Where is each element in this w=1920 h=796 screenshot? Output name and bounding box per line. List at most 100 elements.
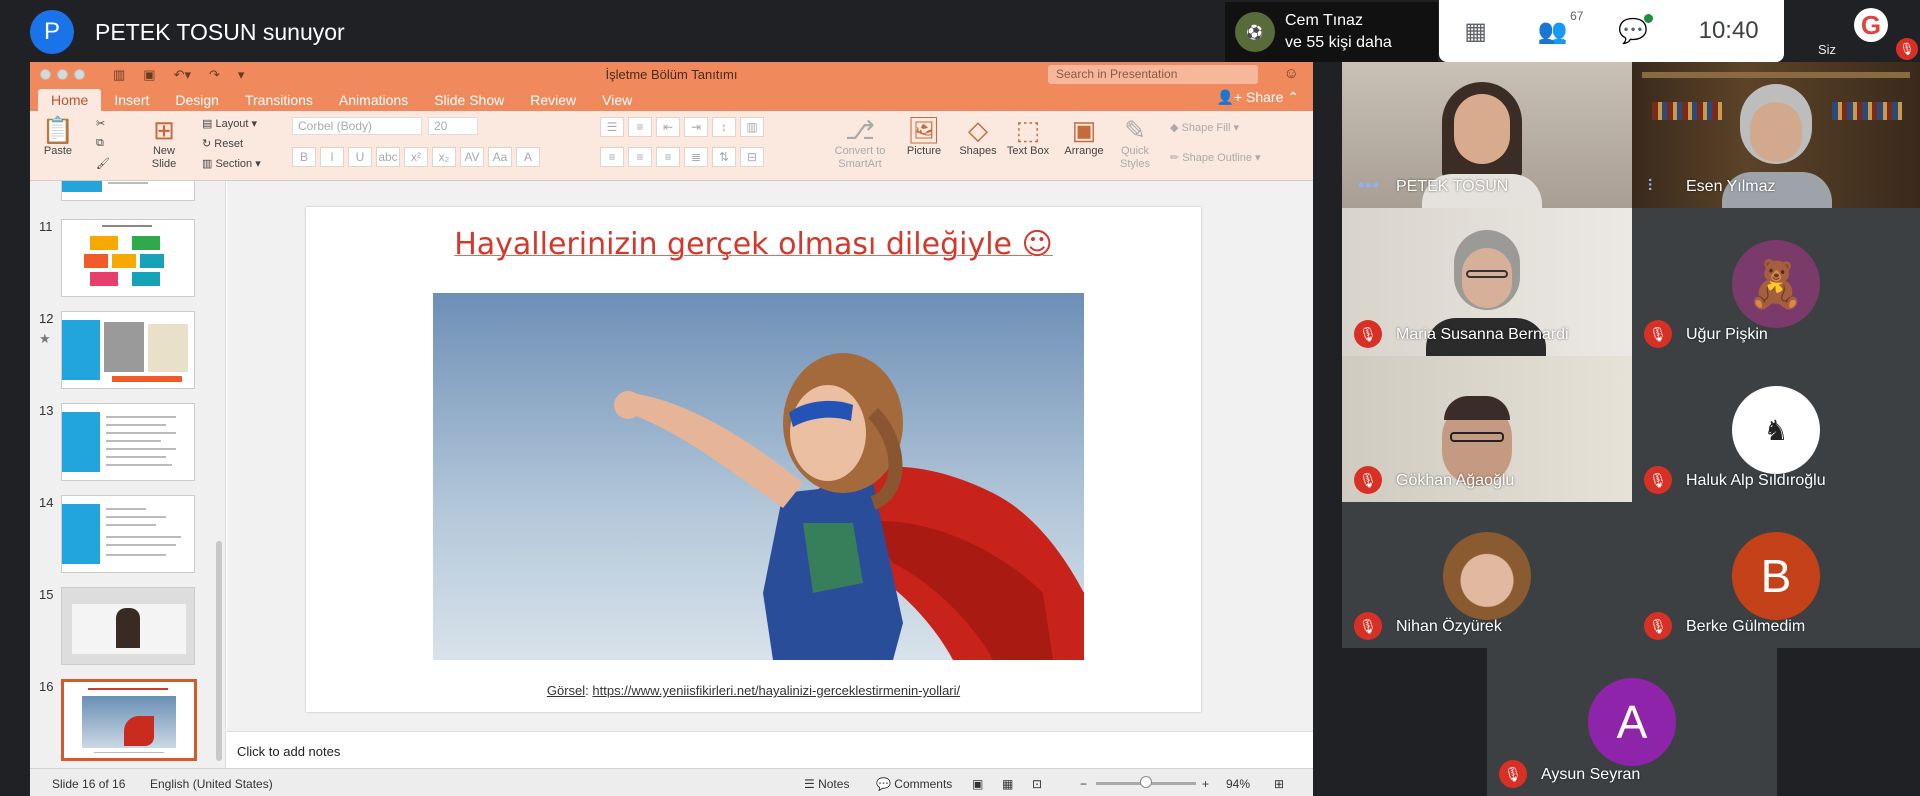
align-left-icon[interactable]: ≡	[600, 147, 624, 167]
cut-icon[interactable]: ✂	[96, 117, 105, 130]
shape-fill-button[interactable]: ◆ Shape Fill ▾	[1170, 121, 1239, 134]
zoom-slider-knob[interactable]	[1140, 776, 1152, 788]
slide-thumbnail-10[interactable]	[61, 181, 195, 201]
font-family-select[interactable]: Corbel (Body)	[292, 117, 422, 135]
bold-icon[interactable]: B	[292, 147, 316, 167]
font-color-icon[interactable]: A	[516, 147, 540, 167]
slide-thumbnail-13[interactable]	[61, 403, 195, 481]
save-icon[interactable]: ▣	[143, 67, 155, 83]
maximize-window-icon[interactable]	[74, 69, 85, 80]
underline-icon[interactable]: U	[348, 147, 372, 167]
italic-icon[interactable]: I	[320, 147, 344, 167]
reset-button[interactable]: ↻ Reset	[202, 137, 243, 150]
smartart-icon: ⎇	[845, 115, 875, 145]
close-window-icon[interactable]	[40, 69, 51, 80]
normal-view-icon[interactable]: ▣	[972, 777, 983, 791]
self-tile[interactable]: G Siz 🎙	[1784, 0, 1920, 62]
decrease-indent-icon[interactable]: ⇤	[656, 117, 680, 137]
slide-thumbnail-15[interactable]	[61, 587, 195, 665]
participant-tile[interactable]: 🎙 Maria Susanna Bernardi	[1342, 208, 1632, 356]
participant-tile[interactable]: 🎙 Nihan Özyürek	[1342, 502, 1632, 648]
chat-unread-dot	[1643, 13, 1653, 23]
tab-view[interactable]: View	[589, 89, 645, 111]
subscript-icon[interactable]: x₂	[432, 147, 456, 167]
superscript-icon[interactable]: x²	[404, 147, 428, 167]
numbering-icon[interactable]: ≡	[628, 117, 652, 137]
redo-icon[interactable]: ↷	[209, 67, 220, 83]
slide-thumbnail-11[interactable]	[61, 219, 195, 297]
bullets-icon[interactable]: ☰	[600, 117, 624, 137]
align-right-icon[interactable]: ≡	[656, 147, 680, 167]
line-spacing-icon[interactable]: ↕	[712, 117, 736, 137]
tab-slide-show[interactable]: Slide Show	[421, 89, 517, 111]
thumbnails-scrollbar[interactable]	[216, 541, 222, 761]
current-slide[interactable]: Hayallerinizin gerçek olması dileğiyle ☺	[306, 207, 1201, 712]
participant-tile[interactable]: 🎙 Gökhan Ağaoğlu	[1342, 356, 1632, 502]
layout-button[interactable]: ▤ Layout ▾	[202, 117, 257, 130]
participant-tile[interactable]: ♞ 🎙 Haluk Alp Sıldıroğlu	[1632, 356, 1920, 502]
minimize-window-icon[interactable]	[57, 69, 68, 80]
tab-insert[interactable]: Insert	[101, 89, 162, 111]
feedback-smiley-icon[interactable]: ☺	[1284, 65, 1299, 82]
section-button[interactable]: ▥ Section ▾	[202, 157, 261, 170]
slide-thumbnail-16[interactable]	[61, 679, 197, 761]
tab-animations[interactable]: Animations	[326, 89, 421, 111]
copy-icon[interactable]: ⧉	[96, 137, 104, 150]
increase-indent-icon[interactable]: ⇥	[684, 117, 708, 137]
notes-button[interactable]: ☰ Notes	[804, 777, 849, 791]
pinned-participants-chip[interactable]: ⚽ Cem Tınaz ve 55 kişi daha	[1225, 2, 1438, 62]
new-slide-button[interactable]: ⊞ New Slide	[142, 115, 186, 171]
format-painter-icon[interactable]: 🖌	[96, 157, 110, 170]
caption-link[interactable]: https://www.yeniisfikirleri.net/hayalini…	[592, 683, 960, 698]
share-label: Share	[1246, 89, 1284, 105]
chat-button[interactable]: 💬	[1618, 13, 1653, 46]
align-center-icon[interactable]: ≡	[628, 147, 652, 167]
zoom-level[interactable]: 94%	[1226, 777, 1250, 791]
arrange-button[interactable]: ▣ Arrange	[1060, 115, 1108, 158]
mic-off-icon: 🎙	[1354, 612, 1382, 640]
tab-review[interactable]: Review	[517, 89, 589, 111]
sorter-view-icon[interactable]: ▦	[1002, 777, 1013, 791]
strikethrough-icon[interactable]: abc	[376, 147, 400, 167]
slideshow-view-icon[interactable]: ⊡	[1032, 777, 1042, 791]
tab-home[interactable]: Home	[38, 89, 102, 111]
columns-icon[interactable]: ▥	[740, 117, 764, 137]
comments-button[interactable]: 💬 Comments	[876, 777, 952, 791]
participant-tile[interactable]: B 🎙 Berke Gülmedim	[1632, 502, 1920, 648]
people-button[interactable]: 👥 67	[1538, 9, 1584, 46]
notes-pane[interactable]: Click to add notes	[227, 731, 1313, 768]
sidebar-toggle-icon[interactable]: ▥	[113, 67, 125, 83]
slide-thumbnails-panel[interactable]: 11 12 ★ 13 14 15 16	[30, 181, 226, 768]
zoom-in-icon[interactable]: +	[1202, 777, 1209, 791]
shapes-button[interactable]: ◇ Shapes	[956, 115, 1000, 158]
share-button[interactable]: 👤+ Share ⌃	[1217, 89, 1299, 106]
participant-tile[interactable]: 🧸 🎙 Uğur Pişkin	[1632, 208, 1920, 356]
slide-thumbnail-12[interactable]	[61, 311, 195, 389]
text-direction-icon[interactable]: ⇅	[712, 147, 736, 167]
paste-button[interactable]: 📋 Paste	[38, 115, 78, 158]
tab-design[interactable]: Design	[162, 89, 232, 111]
undo-icon[interactable]: ↶▾	[174, 67, 191, 83]
participant-tile[interactable]: ••• PETEK TOSUN	[1342, 62, 1632, 208]
textbox-button[interactable]: ⬚ Text Box	[1006, 115, 1050, 158]
font-size-select[interactable]: 20	[428, 117, 478, 135]
tab-transitions[interactable]: Transitions	[232, 89, 326, 111]
search-input[interactable]: Search in Presentation	[1048, 65, 1258, 84]
shape-outline-button[interactable]: ✏ Shape Outline ▾	[1170, 151, 1261, 164]
quick-styles-button[interactable]: ✎ Quick Styles	[1112, 115, 1158, 171]
align-text-icon[interactable]: ⊟	[740, 147, 764, 167]
char-spacing-icon[interactable]: AV	[460, 147, 484, 167]
zoom-out-icon[interactable]: −	[1080, 777, 1087, 791]
language-status[interactable]: English (United States)	[150, 777, 273, 791]
participant-tile[interactable]: ⫶ Esen Yılmaz	[1632, 62, 1920, 208]
justify-icon[interactable]: ≣	[684, 147, 708, 167]
change-case-icon[interactable]: Aa	[488, 147, 512, 167]
participant-tile[interactable]: A 🎙 Aysun Seyran	[1487, 648, 1777, 796]
convert-smartart-button[interactable]: ⎇ Convert to SmartArt	[830, 115, 890, 171]
layout-off-icon[interactable]: ▦	[1464, 17, 1487, 46]
fit-slide-icon[interactable]: ⊞	[1274, 777, 1284, 791]
picture-button[interactable]: 🖼 Picture	[902, 115, 946, 158]
slide-thumbnail-14[interactable]	[61, 495, 195, 573]
customize-toolbar-icon[interactable]: ▾	[238, 67, 245, 83]
quick-styles-label: Quick Styles	[1120, 145, 1150, 170]
